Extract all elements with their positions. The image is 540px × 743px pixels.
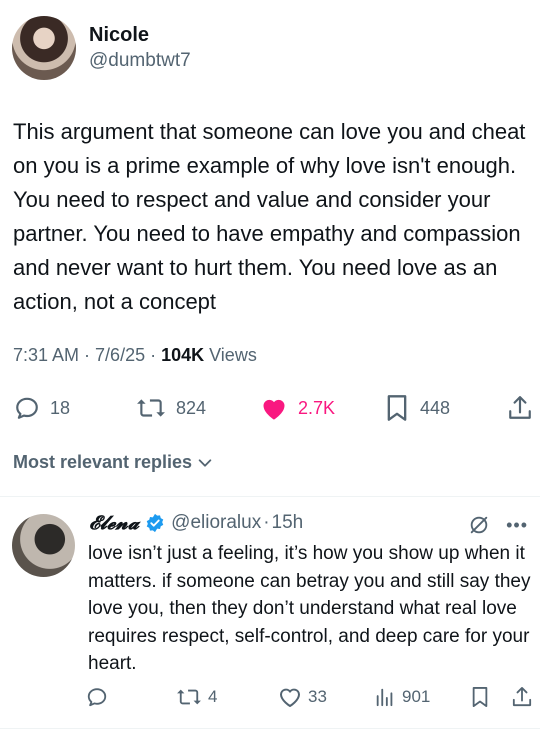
reply-views-button[interactable]: 901 (374, 680, 430, 714)
reply-button[interactable]: 18 (14, 388, 70, 428)
reply-text: love isn’t just a feeling, it’s how you … (88, 543, 531, 674)
like-count: 2.7K (298, 397, 336, 418)
reply-repost-button[interactable]: 4 (176, 680, 217, 714)
bookmark-count: 448 (420, 397, 451, 418)
repost-button[interactable]: 824 (136, 388, 206, 428)
share-button[interactable] (508, 388, 532, 428)
reply-count: 18 (50, 397, 71, 418)
meta-separator: · (145, 345, 162, 365)
repost-icon (177, 689, 201, 705)
divider (0, 728, 540, 729)
tweet-time[interactable]: 7:31 AM (13, 345, 79, 366)
tweet-date[interactable]: 7/6/25 (95, 345, 145, 366)
heart-outline-icon (280, 688, 300, 707)
reply-icon (16, 397, 38, 419)
tweet-action-bar: 18 824 2.7K 448 (0, 388, 540, 428)
views-count[interactable]: 104K (161, 345, 204, 366)
avatar[interactable] (12, 16, 76, 80)
reply-separator: · (263, 512, 270, 533)
tweet-header: Nicole @dumbtwt7 (12, 16, 191, 80)
views-label[interactable]: Views (209, 345, 257, 366)
tweet-text: This argument that someone can love you … (13, 119, 526, 314)
views-icon (376, 688, 393, 707)
reply-avatar[interactable] (12, 514, 75, 577)
replies-sort-dropdown[interactable]: Most relevant replies (13, 452, 214, 473)
reply-action-bar: 4 33 901 (0, 680, 540, 714)
repost-icon (137, 399, 165, 417)
more-icon[interactable]: ••• (506, 515, 528, 536)
author-handle[interactable]: @dumbtwt7 (89, 49, 191, 73)
bookmark-icon (387, 395, 407, 421)
tweet-meta: 7:31 AM · 7/6/25 · 104K Views (13, 345, 257, 366)
share-icon (509, 396, 531, 419)
heart-filled-icon (263, 399, 285, 420)
share-icon (512, 687, 532, 707)
reply-reply-button[interactable] (86, 680, 108, 714)
reply-extra-actions: ••• (468, 514, 528, 536)
sort-label: Most relevant replies (13, 452, 193, 472)
chevron-down-icon (198, 458, 212, 467)
reply-repost-count: 4 (208, 687, 218, 706)
author-display-name[interactable]: Nicole (89, 23, 191, 47)
reply-display-name[interactable]: 𝓔𝓵𝓮𝓷𝓪 (89, 512, 139, 534)
reply-icon (87, 688, 107, 707)
reply-bookmark-button[interactable] (470, 680, 490, 714)
reply-time[interactable]: 15h (272, 512, 304, 534)
reply-like-button[interactable]: 33 (278, 680, 327, 714)
reply-handle[interactable]: @elioralux (171, 512, 261, 534)
reply-like-count: 33 (308, 687, 327, 706)
author-names: Nicole @dumbtwt7 (89, 23, 191, 73)
bookmark-icon (472, 687, 488, 707)
reply-share-button[interactable] (512, 680, 532, 714)
like-button[interactable]: 2.7K (260, 388, 335, 428)
divider (0, 496, 540, 497)
reply-header: 𝓔𝓵𝓮𝓷𝓪 @elioralux · 15h (89, 512, 303, 534)
bookmark-button[interactable]: 448 (384, 388, 450, 428)
verified-badge-icon (146, 513, 164, 533)
grok-icon[interactable] (468, 514, 490, 536)
repost-count: 824 (176, 397, 207, 418)
reply-views-count: 901 (402, 687, 431, 706)
meta-separator: · (79, 345, 96, 365)
